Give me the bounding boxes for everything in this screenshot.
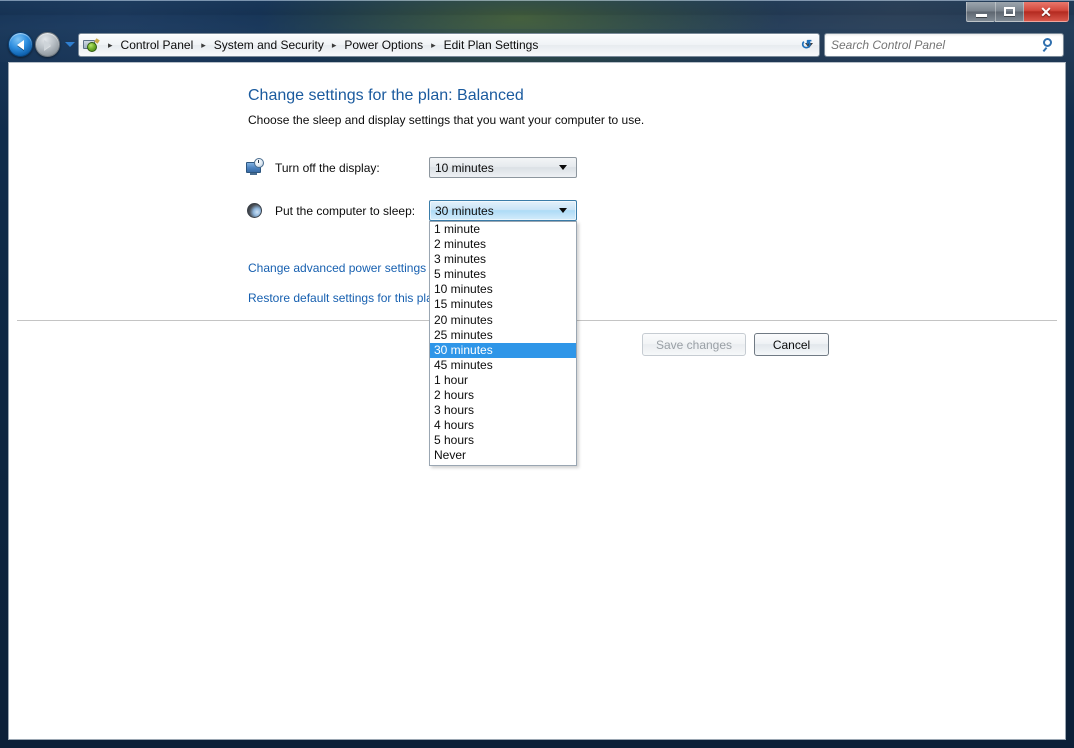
chevron-down-icon (559, 165, 567, 170)
recent-pages-chevron-down-icon[interactable] (65, 42, 75, 47)
setting-label-sleep: Put the computer to sleep: (275, 204, 416, 218)
dropdown-option[interactable]: 45 minutes (430, 358, 576, 373)
window-title-bar: ✕ (0, 0, 1074, 29)
setting-label-display: Turn off the display: (275, 161, 380, 175)
breadcrumb-separator: ▸ (331, 39, 337, 50)
control-panel-icon (82, 37, 100, 53)
breadcrumb-separator: ▸ (431, 39, 436, 50)
refresh-button[interactable]: ↺ (795, 33, 817, 57)
nav-button-group (8, 32, 75, 57)
dropdown-option[interactable]: 10 minutes (430, 282, 576, 297)
dropdown-list-sleep[interactable]: 1 minute 2 minutes 3 minutes 5 minutes 10 mi… (429, 221, 577, 466)
search-box[interactable] (824, 33, 1064, 57)
breadcrumb-separator: ▸ (108, 39, 113, 50)
dropdown-option[interactable]: 4 hours (430, 418, 576, 433)
combobox-display-value: 10 minutes (435, 160, 494, 175)
dropdown-option[interactable]: 2 hours (430, 388, 576, 403)
control-panel-window: ✕ ▸ Control Panel ▸ System and Security … (0, 0, 1074, 748)
breadcrumb-separator: ▸ (201, 39, 206, 50)
breadcrumb-item-power-options[interactable]: Power Options (342, 36, 425, 54)
dropdown-option[interactable]: 3 minutes (430, 252, 576, 267)
close-button[interactable]: ✕ (1024, 2, 1069, 22)
save-changes-button: Save changes (642, 333, 746, 356)
chevron-down-icon (559, 208, 567, 213)
minimize-button[interactable] (966, 2, 995, 22)
monitor-clock-icon (245, 158, 265, 178)
dropdown-option[interactable]: 25 minutes (430, 328, 576, 343)
moon-sleep-icon (245, 201, 265, 221)
page-subtitle: Choose the sleep and display settings th… (248, 113, 645, 127)
breadcrumb-item-edit-plan-settings[interactable]: Edit Plan Settings (442, 36, 541, 54)
dropdown-option[interactable]: 20 minutes (430, 313, 576, 328)
dropdown-option[interactable]: 2 minutes (430, 237, 576, 252)
combobox-turn-off-display[interactable]: 10 minutes (429, 157, 577, 178)
dropdown-option[interactable]: 5 hours (430, 433, 576, 448)
address-bar[interactable]: ▸ Control Panel ▸ System and Security ▸ … (78, 33, 820, 57)
combobox-put-computer-to-sleep[interactable]: 30 minutes (429, 200, 577, 221)
back-button[interactable] (8, 32, 33, 57)
dropdown-option[interactable]: 5 minutes (430, 267, 576, 282)
navigation-bar: ▸ Control Panel ▸ System and Security ▸ … (0, 29, 1074, 62)
breadcrumb: ▸ Control Panel ▸ System and Security ▸ … (102, 36, 540, 54)
dropdown-option[interactable]: 1 minute (430, 222, 576, 237)
setting-row-display: Turn off the display: (245, 157, 380, 179)
maximize-icon (1004, 7, 1015, 16)
cancel-button[interactable]: Cancel (754, 333, 829, 356)
search-icon (1042, 38, 1056, 53)
breadcrumb-item-control-panel[interactable]: Control Panel (119, 36, 196, 54)
breadcrumb-item-system-and-security[interactable]: System and Security (212, 36, 326, 54)
dropdown-option[interactable]: 30 minutes (430, 342, 576, 358)
combobox-sleep-value: 30 minutes (435, 203, 494, 218)
dropdown-option[interactable]: Never (430, 448, 576, 463)
window-controls: ✕ (966, 2, 1069, 22)
forward-button (35, 32, 60, 57)
page-title: Change settings for the plan: Balanced (248, 87, 524, 104)
dropdown-option[interactable]: 1 hour (430, 373, 576, 388)
link-restore-default-settings[interactable]: Restore default settings for this plan (248, 291, 439, 305)
search-input[interactable] (825, 38, 1042, 52)
link-change-advanced-power-settings[interactable]: Change advanced power settings (248, 261, 426, 275)
setting-row-sleep: Put the computer to sleep: (245, 200, 415, 222)
dropdown-option[interactable]: 3 hours (430, 403, 576, 418)
back-arrow-icon (17, 39, 24, 50)
forward-arrow-icon (44, 39, 51, 50)
maximize-restore-button[interactable] (995, 2, 1024, 22)
dropdown-option[interactable]: 15 minutes (430, 297, 576, 312)
close-icon: ✕ (1040, 3, 1052, 20)
minimize-icon (975, 13, 987, 17)
content-area: Change settings for the plan: Balanced C… (8, 62, 1066, 740)
refresh-icon: ↺ (800, 37, 812, 52)
